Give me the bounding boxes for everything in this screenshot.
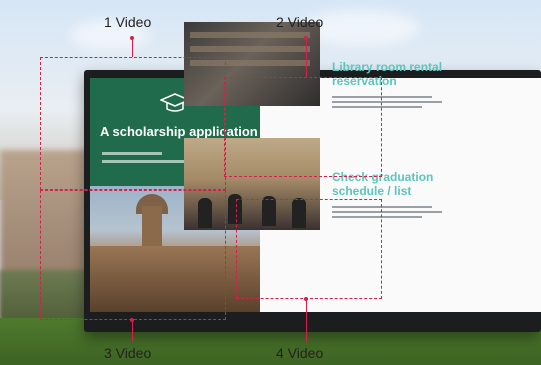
zone-2-leader — [306, 38, 307, 77]
zone-2-label: 2 Video — [276, 14, 324, 30]
zone-3-label: 3 Video — [104, 345, 152, 361]
zone-4-outline — [236, 199, 382, 299]
zone-1-outline — [40, 57, 226, 190]
shelf — [190, 32, 310, 38]
signage-scene: A scholarship application Library room r… — [0, 0, 541, 365]
zone-4-leader-dot — [304, 297, 308, 301]
zone-2-outline — [224, 77, 382, 177]
zone-4-leader — [306, 299, 307, 342]
zone-1-leader — [132, 38, 133, 57]
shelf — [190, 46, 310, 52]
zone-3-outline — [40, 190, 226, 320]
zone-1-leader-dot — [130, 36, 134, 40]
zone-4-label: 4 Video — [276, 345, 324, 361]
zone-3-leader-dot — [130, 318, 134, 322]
zone-2-leader-dot — [304, 36, 308, 40]
zone-3-leader — [132, 320, 133, 342]
zone-1-label: 1 Video — [104, 14, 152, 30]
